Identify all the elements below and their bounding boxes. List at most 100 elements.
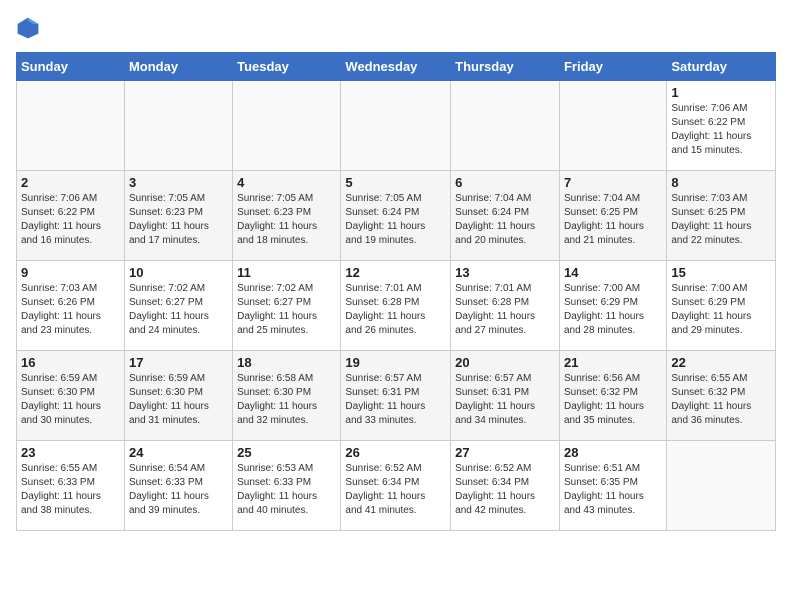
day-cell: 17 Sunrise: 6:59 AM Sunset: 6:30 PM Dayli… (124, 351, 232, 441)
day-number: 1 (671, 85, 771, 100)
day-number: 8 (671, 175, 771, 190)
day-info: Sunrise: 6:58 AM Sunset: 6:30 PM Dayligh… (237, 372, 336, 428)
day-cell: 23 Sunrise: 6:55 AM Sunset: 6:33 PM Dayli… (17, 441, 125, 531)
day-cell: 12 Sunrise: 7:01 AM Sunset: 6:28 PM Dayli… (341, 261, 451, 351)
day-info: Sunrise: 7:06 AM Sunset: 6:22 PM Dayligh… (21, 192, 120, 248)
day-cell: 1 Sunrise: 7:06 AM Sunset: 6:22 PM Daylig… (667, 81, 776, 171)
day-cell: 27 Sunrise: 6:52 AM Sunset: 6:34 PM Dayli… (451, 441, 560, 531)
day-info: Sunrise: 6:55 AM Sunset: 6:33 PM Dayligh… (21, 462, 120, 518)
day-cell: 28 Sunrise: 6:51 AM Sunset: 6:35 PM Dayli… (559, 441, 666, 531)
day-number: 22 (671, 355, 771, 370)
day-info: Sunrise: 6:57 AM Sunset: 6:31 PM Dayligh… (345, 372, 446, 428)
day-cell: 14 Sunrise: 7:00 AM Sunset: 6:29 PM Dayli… (559, 261, 666, 351)
day-cell (341, 81, 451, 171)
day-info: Sunrise: 7:05 AM Sunset: 6:23 PM Dayligh… (129, 192, 228, 248)
day-number: 2 (21, 175, 120, 190)
day-number: 7 (564, 175, 662, 190)
day-header-tuesday: Tuesday (233, 53, 341, 81)
day-number: 5 (345, 175, 446, 190)
day-header-friday: Friday (559, 53, 666, 81)
day-cell: 26 Sunrise: 6:52 AM Sunset: 6:34 PM Dayli… (341, 441, 451, 531)
day-header-wednesday: Wednesday (341, 53, 451, 81)
day-info: Sunrise: 7:04 AM Sunset: 6:24 PM Dayligh… (455, 192, 555, 248)
day-info: Sunrise: 7:03 AM Sunset: 6:25 PM Dayligh… (671, 192, 771, 248)
day-info: Sunrise: 6:52 AM Sunset: 6:34 PM Dayligh… (455, 462, 555, 518)
day-header-sunday: Sunday (17, 53, 125, 81)
day-cell: 21 Sunrise: 6:56 AM Sunset: 6:32 PM Dayli… (559, 351, 666, 441)
day-header-thursday: Thursday (451, 53, 560, 81)
day-number: 13 (455, 265, 555, 280)
day-info: Sunrise: 6:59 AM Sunset: 6:30 PM Dayligh… (21, 372, 120, 428)
day-number: 6 (455, 175, 555, 190)
day-cell: 22 Sunrise: 6:55 AM Sunset: 6:32 PM Dayli… (667, 351, 776, 441)
week-row-2: 9Sunrise: 7:03 AM Sunset: 6:26 PM Daylig… (17, 261, 776, 351)
day-cell: 9Sunrise: 7:03 AM Sunset: 6:26 PM Daylig… (17, 261, 125, 351)
day-number: 16 (21, 355, 120, 370)
day-cell: 25 Sunrise: 6:53 AM Sunset: 6:33 PM Dayli… (233, 441, 341, 531)
day-number: 26 (345, 445, 446, 460)
day-number: 15 (671, 265, 771, 280)
day-number: 19 (345, 355, 446, 370)
day-number: 4 (237, 175, 336, 190)
day-cell: 13 Sunrise: 7:01 AM Sunset: 6:28 PM Dayli… (451, 261, 560, 351)
day-number: 20 (455, 355, 555, 370)
logo-icon (16, 16, 40, 40)
week-row-4: 23 Sunrise: 6:55 AM Sunset: 6:33 PM Dayli… (17, 441, 776, 531)
day-info: Sunrise: 6:56 AM Sunset: 6:32 PM Dayligh… (564, 372, 662, 428)
day-number: 12 (345, 265, 446, 280)
week-row-1: 2 Sunrise: 7:06 AM Sunset: 6:22 PM Daylig… (17, 171, 776, 261)
day-cell: 2 Sunrise: 7:06 AM Sunset: 6:22 PM Daylig… (17, 171, 125, 261)
day-info: Sunrise: 7:04 AM Sunset: 6:25 PM Dayligh… (564, 192, 662, 248)
day-cell: 3 Sunrise: 7:05 AM Sunset: 6:23 PM Daylig… (124, 171, 232, 261)
day-cell: 20 Sunrise: 6:57 AM Sunset: 6:31 PM Dayli… (451, 351, 560, 441)
day-info: Sunrise: 7:06 AM Sunset: 6:22 PM Dayligh… (671, 102, 771, 158)
day-cell (124, 81, 232, 171)
day-cell (17, 81, 125, 171)
day-cell: 10Sunrise: 7:02 AM Sunset: 6:27 PM Dayli… (124, 261, 232, 351)
day-info: Sunrise: 7:01 AM Sunset: 6:28 PM Dayligh… (345, 282, 446, 338)
day-info: Sunrise: 6:53 AM Sunset: 6:33 PM Dayligh… (237, 462, 336, 518)
day-info: Sunrise: 7:03 AM Sunset: 6:26 PM Dayligh… (21, 282, 120, 338)
day-info: Sunrise: 6:59 AM Sunset: 6:30 PM Dayligh… (129, 372, 228, 428)
day-info: Sunrise: 7:01 AM Sunset: 6:28 PM Dayligh… (455, 282, 555, 338)
day-info: Sunrise: 7:02 AM Sunset: 6:27 PM Dayligh… (129, 282, 228, 338)
day-cell (667, 441, 776, 531)
calendar-table: SundayMondayTuesdayWednesdayThursdayFrid… (16, 52, 776, 531)
day-info: Sunrise: 6:52 AM Sunset: 6:34 PM Dayligh… (345, 462, 446, 518)
day-number: 21 (564, 355, 662, 370)
day-info: Sunrise: 6:57 AM Sunset: 6:31 PM Dayligh… (455, 372, 555, 428)
day-number: 3 (129, 175, 228, 190)
week-row-0: 1 Sunrise: 7:06 AM Sunset: 6:22 PM Daylig… (17, 81, 776, 171)
day-info: Sunrise: 7:00 AM Sunset: 6:29 PM Dayligh… (564, 282, 662, 338)
day-cell: 16 Sunrise: 6:59 AM Sunset: 6:30 PM Dayli… (17, 351, 125, 441)
day-cell: 18 Sunrise: 6:58 AM Sunset: 6:30 PM Dayli… (233, 351, 341, 441)
day-header-saturday: Saturday (667, 53, 776, 81)
day-info: Sunrise: 6:51 AM Sunset: 6:35 PM Dayligh… (564, 462, 662, 518)
day-cell: 19 Sunrise: 6:57 AM Sunset: 6:31 PM Dayli… (341, 351, 451, 441)
day-info: Sunrise: 6:55 AM Sunset: 6:32 PM Dayligh… (671, 372, 771, 428)
day-info: Sunrise: 7:05 AM Sunset: 6:24 PM Dayligh… (345, 192, 446, 248)
day-number: 28 (564, 445, 662, 460)
day-cell (559, 81, 666, 171)
day-cell: 7 Sunrise: 7:04 AM Sunset: 6:25 PM Daylig… (559, 171, 666, 261)
day-cell: 11Sunrise: 7:02 AM Sunset: 6:27 PM Dayli… (233, 261, 341, 351)
day-number: 23 (21, 445, 120, 460)
day-info: Sunrise: 6:54 AM Sunset: 6:33 PM Dayligh… (129, 462, 228, 518)
day-number: 27 (455, 445, 555, 460)
day-number: 25 (237, 445, 336, 460)
day-cell: 24 Sunrise: 6:54 AM Sunset: 6:33 PM Dayli… (124, 441, 232, 531)
day-cell: 4 Sunrise: 7:05 AM Sunset: 6:23 PM Daylig… (233, 171, 341, 261)
day-info: Sunrise: 7:00 AM Sunset: 6:29 PM Dayligh… (671, 282, 771, 338)
day-cell (233, 81, 341, 171)
day-info: Sunrise: 7:05 AM Sunset: 6:23 PM Dayligh… (237, 192, 336, 248)
day-header-monday: Monday (124, 53, 232, 81)
day-number: 14 (564, 265, 662, 280)
day-cell: 6 Sunrise: 7:04 AM Sunset: 6:24 PM Daylig… (451, 171, 560, 261)
header (16, 16, 776, 40)
day-cell: 15 Sunrise: 7:00 AM Sunset: 6:29 PM Dayli… (667, 261, 776, 351)
day-number: 24 (129, 445, 228, 460)
day-cell: 5 Sunrise: 7:05 AM Sunset: 6:24 PM Daylig… (341, 171, 451, 261)
day-number: 17 (129, 355, 228, 370)
logo (16, 16, 44, 40)
day-number: 18 (237, 355, 336, 370)
